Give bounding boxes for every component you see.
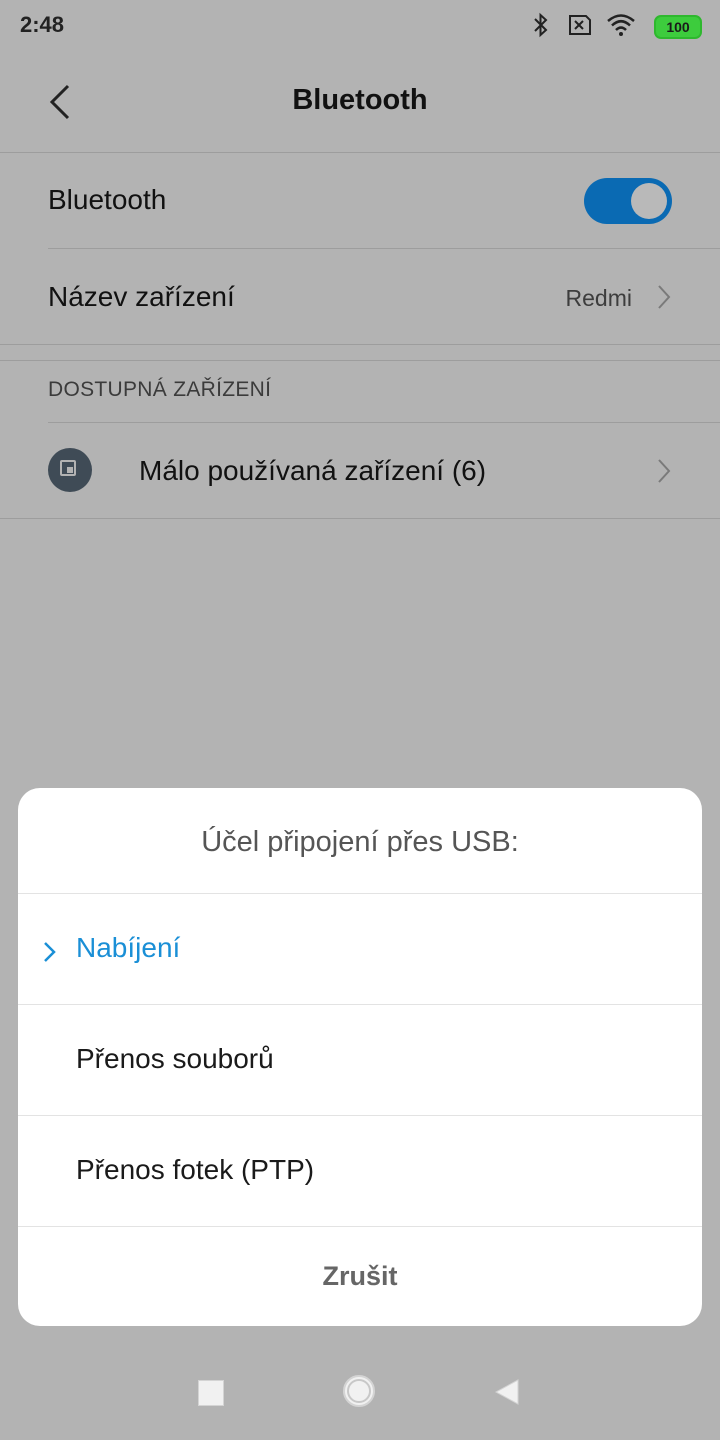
device-name-value: Redmi <box>565 285 632 311</box>
page-title: Bluetooth <box>292 84 428 116</box>
toggle-knob <box>631 183 667 219</box>
cancel-button[interactable]: Zrušit <box>18 1226 702 1326</box>
status-icons: 100 <box>532 12 702 40</box>
section-header: DOSTUPNÁ ZAŘÍZENÍ <box>48 378 272 401</box>
option-label: Přenos souborů <box>76 1043 274 1074</box>
selected-chevron-icon <box>44 942 56 962</box>
status-bar: 2:48 100 <box>0 0 720 50</box>
divider <box>0 518 720 519</box>
status-time: 2:48 <box>20 12 65 37</box>
device-name-row[interactable]: Název zařízení Redmi <box>0 249 720 344</box>
divider <box>0 360 720 361</box>
battery-icon: 100 <box>654 15 702 39</box>
wifi-icon <box>607 14 635 36</box>
no-sim-icon <box>569 15 591 35</box>
device-name-label: Název zařízení <box>48 281 235 312</box>
option-file-transfer[interactable]: Přenos souborů <box>18 1005 702 1115</box>
option-charging[interactable]: Nabíjení <box>18 894 702 1004</box>
bluetooth-label: Bluetooth <box>48 184 167 215</box>
rare-devices-label: Málo používaná zařízení (6) <box>139 455 487 486</box>
option-label: Nabíjení <box>76 932 181 963</box>
back-triangle-icon[interactable] <box>494 1378 520 1406</box>
dialog-title: Účel připojení přes USB: <box>201 826 519 858</box>
header: Bluetooth <box>0 50 720 154</box>
usb-purpose-dialog: Účel připojení přes USB: Nabíjení Přenos… <box>18 788 702 1326</box>
chevron-right-icon <box>658 459 671 483</box>
home-circle-icon[interactable] <box>342 1374 376 1408</box>
device-icon <box>48 448 92 492</box>
bluetooth-toggle[interactable] <box>584 178 672 224</box>
divider <box>0 344 720 345</box>
recents-square-icon[interactable] <box>198 1380 224 1406</box>
chevron-right-icon <box>658 285 671 309</box>
option-photo-transfer[interactable]: Přenos fotek (PTP) <box>18 1116 702 1226</box>
bluetooth-icon <box>534 12 548 38</box>
divider <box>0 152 720 153</box>
option-label: Přenos fotek (PTP) <box>76 1154 315 1185</box>
navigation-bar <box>0 1340 720 1440</box>
rare-devices-row[interactable]: Málo používaná zařízení (6) <box>0 423 720 518</box>
